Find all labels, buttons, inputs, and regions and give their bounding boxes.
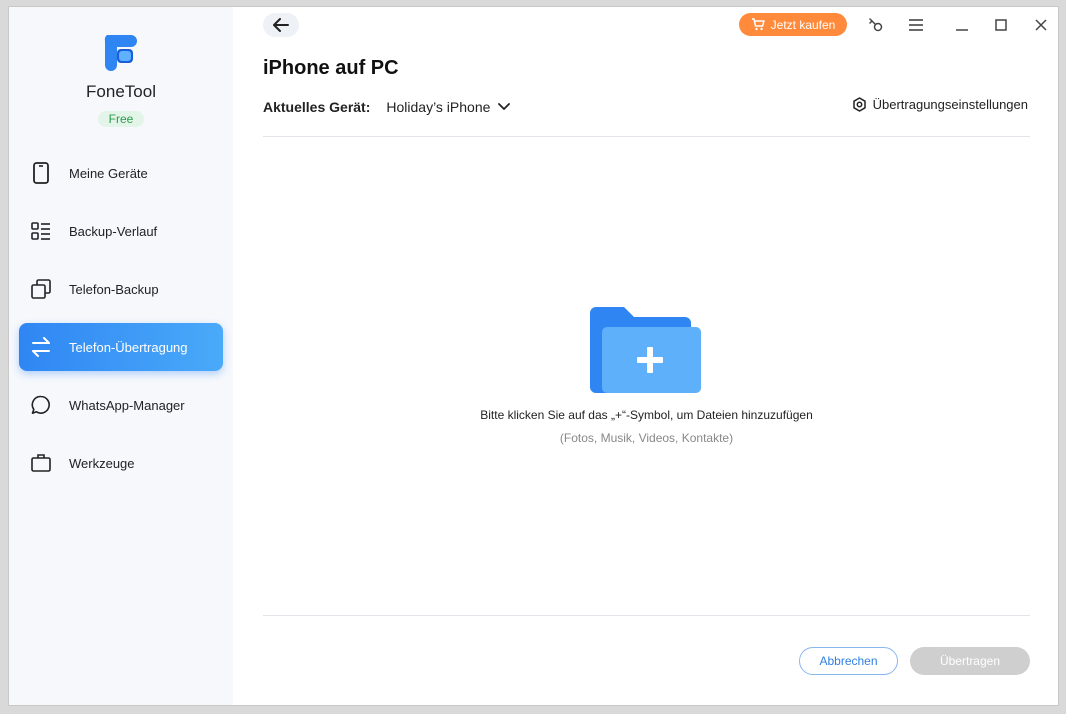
- transfer-settings-link[interactable]: Übertragungseinstellungen: [852, 97, 1028, 112]
- list-icon: [29, 219, 53, 243]
- chevron-down-icon: [498, 103, 511, 110]
- sidebar-item-meine-geraete[interactable]: Meine Geräte: [19, 149, 223, 197]
- sidebar: FoneTool Free Meine Geräte Backup-Verlau…: [9, 7, 233, 705]
- phone-icon: [29, 161, 53, 185]
- arrow-left-icon: [273, 18, 289, 32]
- free-badge: Free: [98, 111, 144, 127]
- top-divider: [263, 136, 1030, 137]
- chat-icon: [29, 393, 53, 417]
- app-window: FoneTool Free Meine Geräte Backup-Verlau…: [8, 6, 1059, 706]
- sidebar-item-backup-verlauf[interactable]: Backup-Verlauf: [19, 207, 223, 255]
- add-files-hint: Bitte klicken Sie auf das „+“-Symbol, um…: [480, 408, 813, 422]
- sidebar-item-telefon-backup[interactable]: Telefon-Backup: [19, 265, 223, 313]
- transfer-icon: [29, 335, 53, 359]
- sidebar-item-label: Telefon-Backup: [69, 281, 159, 297]
- back-button[interactable]: [263, 13, 299, 37]
- sidebar-item-whatsapp-manager[interactable]: WhatsApp-Manager: [19, 381, 223, 429]
- sidebar-item-label: WhatsApp-Manager: [69, 397, 185, 413]
- page-title: iPhone auf PC: [263, 57, 399, 79]
- minimize-icon[interactable]: [952, 15, 972, 35]
- close-icon[interactable]: [1031, 15, 1051, 35]
- device-row: Aktuelles Gerät: Holiday’s iPhone: [263, 99, 511, 115]
- maximize-icon[interactable]: [991, 15, 1011, 35]
- add-folder-icon[interactable]: [590, 307, 703, 393]
- fonetool-logo: [104, 35, 137, 71]
- bottom-divider: [263, 615, 1030, 616]
- gear-icon: [852, 97, 866, 112]
- device-select[interactable]: Holiday’s iPhone: [386, 99, 511, 115]
- key-icon[interactable]: [866, 15, 886, 35]
- sidebar-item-label: Telefon-Übertragung: [69, 339, 188, 355]
- buy-now-button[interactable]: Jetzt kaufen: [739, 13, 847, 36]
- sidebar-item-label: Backup-Verlauf: [69, 223, 158, 239]
- sidebar-item-telefon-uebertragung[interactable]: Telefon-Übertragung: [19, 323, 223, 371]
- device-label: Aktuelles Gerät:: [263, 99, 371, 115]
- briefcase-icon: [29, 451, 53, 475]
- sidebar-item-label: Meine Geräte: [69, 165, 148, 181]
- buy-now-label: Jetzt kaufen: [770, 17, 836, 32]
- menu-icon[interactable]: [906, 15, 926, 35]
- cart-icon: [751, 18, 765, 31]
- file-types-hint: (Fotos, Musik, Videos, Kontakte): [559, 431, 734, 445]
- copy-icon: [29, 277, 53, 301]
- app-name: FoneTool: [86, 82, 156, 101]
- sidebar-nav: Meine Geräte Backup-Verlauf Telefon-Back…: [19, 149, 223, 497]
- sidebar-item-label: Werkzeuge: [69, 455, 135, 471]
- device-value: Holiday’s iPhone: [386, 99, 491, 115]
- transfer-button[interactable]: Übertragen: [910, 647, 1030, 675]
- cancel-button[interactable]: Abbrechen: [799, 647, 898, 675]
- settings-label: Übertragungseinstellungen: [872, 97, 1028, 112]
- sidebar-item-werkzeuge[interactable]: Werkzeuge: [19, 439, 223, 487]
